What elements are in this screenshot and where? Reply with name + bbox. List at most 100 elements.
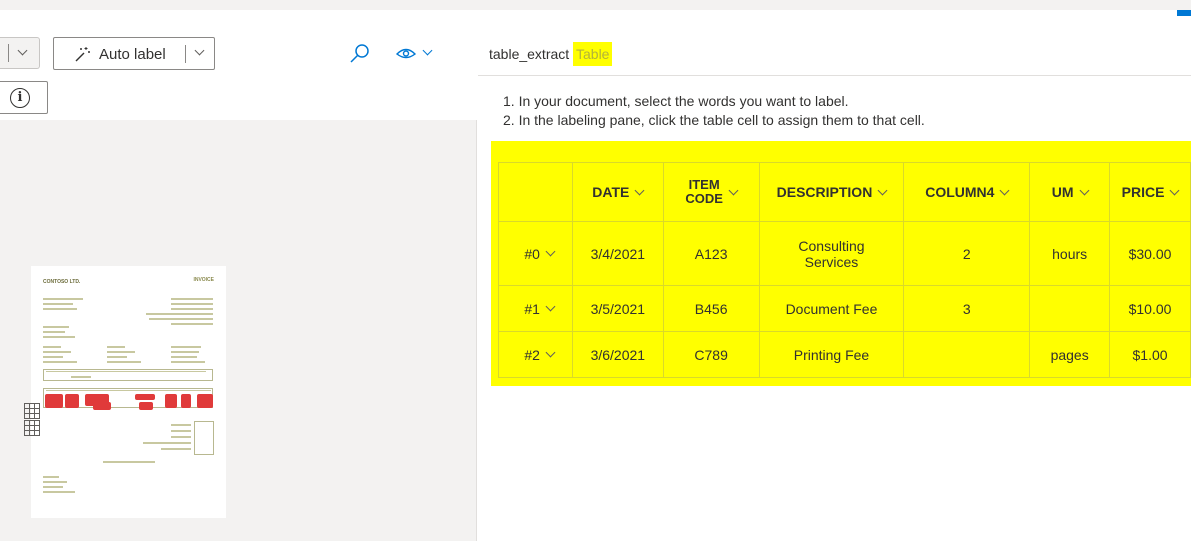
table-icon[interactable] [24,420,40,436]
column-label: COLUMN4 [925,184,995,200]
chevron-down-icon[interactable] [545,347,556,358]
magic-wand-icon [75,47,90,62]
info-button[interactable]: i [0,81,48,114]
table-cell[interactable]: 3 [903,285,1031,332]
table-cell[interactable]: 3/4/2021 [571,221,664,286]
doc-text-line [171,424,191,426]
doc-text-line [171,346,201,348]
table-row: #2 3/6/2021 C789 Printing Fee pages $1.0… [498,331,1191,378]
row-header[interactable]: #1 [498,285,573,332]
chevron-down-icon[interactable] [545,246,556,257]
table-cell[interactable]: $1.00 [1109,331,1191,378]
doc-text-line [161,448,191,450]
table-field-editor: DATE ITEM CODE DESCRIPTION COLUMN4 UM PRI… [491,141,1191,386]
chevron-down-icon[interactable] [634,185,645,195]
doc-text-line [171,323,213,325]
doc-text-line [43,308,77,310]
doc-title: INVOICE [193,277,214,283]
top-bar [0,0,1191,10]
instructions: 1. In your document, select the words yo… [503,92,925,130]
table-cell[interactable]: $10.00 [1109,285,1191,332]
doc-text-line [171,303,213,305]
chevron-down-icon[interactable] [1169,185,1180,195]
redaction [139,402,153,410]
table-row: #0 3/4/2021 A123 Consulting Services 2 ho… [498,221,1191,286]
separator [8,44,9,62]
table-icon[interactable] [24,403,40,419]
table-cell[interactable]: Document Fee [758,285,905,332]
document-toolbar: Auto label i [0,30,477,120]
table-cell[interactable] [903,331,1031,378]
doc-text-line [146,313,213,315]
row-header[interactable]: #2 [498,331,573,378]
doc-text-line [171,298,213,300]
redaction [197,394,213,408]
table-cell[interactable]: B456 [662,285,760,332]
column-header-um[interactable]: UM [1029,162,1111,222]
doc-text-line [43,361,77,363]
doc-text-line [107,361,141,363]
redaction [65,394,79,408]
column-label: DATE [592,184,630,200]
doc-text-line [107,356,127,358]
layer-dropdown[interactable] [0,37,40,69]
column-header-item-code[interactable]: ITEM CODE [662,162,760,222]
eye-icon [396,48,416,59]
chevron-down-icon[interactable] [194,45,205,56]
document-pane: Auto label i CONTOSO LTD. INVOICE [0,30,477,541]
doc-text-line [143,442,191,444]
visibility-button[interactable] [396,44,440,64]
column-header-description[interactable]: DESCRIPTION [758,162,905,222]
chevron-down-icon[interactable] [877,185,888,195]
doc-text-line [171,361,205,363]
search-icon[interactable] [348,42,372,66]
table-cell[interactable]: Printing Fee [758,331,905,378]
chevron-down-icon[interactable] [1079,185,1089,195]
doc-text-line [43,346,61,348]
doc-text-line [46,390,211,391]
table-cell[interactable]: pages [1029,331,1111,378]
doc-text-line [43,476,59,478]
table-header-row: DATE ITEM CODE DESCRIPTION COLUMN4 UM PRI… [498,162,1191,222]
table-cell[interactable]: Consulting Services [758,221,905,286]
doc-text-line [43,326,69,328]
doc-text-line [43,481,67,483]
info-icon: i [10,88,30,108]
doc-text-line [107,346,125,348]
doc-text-line [43,298,83,300]
row-label: #0 [524,245,540,262]
chevron-down-icon [17,45,28,56]
document-thumbnail[interactable]: CONTOSO LTD. INVOICE [31,266,226,518]
chevron-down-icon [422,45,433,56]
doc-text-line [103,461,155,463]
doc-text-line [43,486,63,488]
table-cell[interactable] [1029,285,1111,332]
chevron-down-icon[interactable] [999,185,1010,195]
table-row: #1 3/5/2021 B456 Document Fee 3 $10.00 [498,285,1191,332]
instruction-step-1: 1. In your document, select the words yo… [503,93,849,109]
column-header-price[interactable]: PRICE [1109,162,1191,222]
chevron-down-icon[interactable] [545,301,556,312]
document-canvas[interactable]: CONTOSO LTD. INVOICE [0,120,476,541]
table-cell[interactable]: $30.00 [1109,221,1191,286]
row-header[interactable]: #0 [498,221,573,286]
field-type-badge: Table [573,42,613,66]
field-header: table_extract Table [478,30,1191,76]
column-header-date[interactable]: DATE [571,162,664,222]
doc-text-line [171,430,191,432]
table-cell[interactable]: 2 [903,221,1031,286]
doc-text-line [43,303,73,305]
chevron-down-icon[interactable] [728,185,739,195]
table-cell[interactable]: hours [1029,221,1111,286]
auto-label-button[interactable]: Auto label [53,37,215,70]
column-label: PRICE [1121,184,1165,200]
table-cell[interactable]: A123 [662,221,760,286]
table-cell[interactable]: 3/5/2021 [571,285,664,332]
table-cell[interactable]: C789 [662,331,760,378]
column-header-column4[interactable]: COLUMN4 [903,162,1031,222]
redaction [135,394,155,400]
redaction [93,402,111,410]
redaction [181,394,191,408]
redaction [165,394,177,408]
table-cell[interactable]: 3/6/2021 [571,331,664,378]
